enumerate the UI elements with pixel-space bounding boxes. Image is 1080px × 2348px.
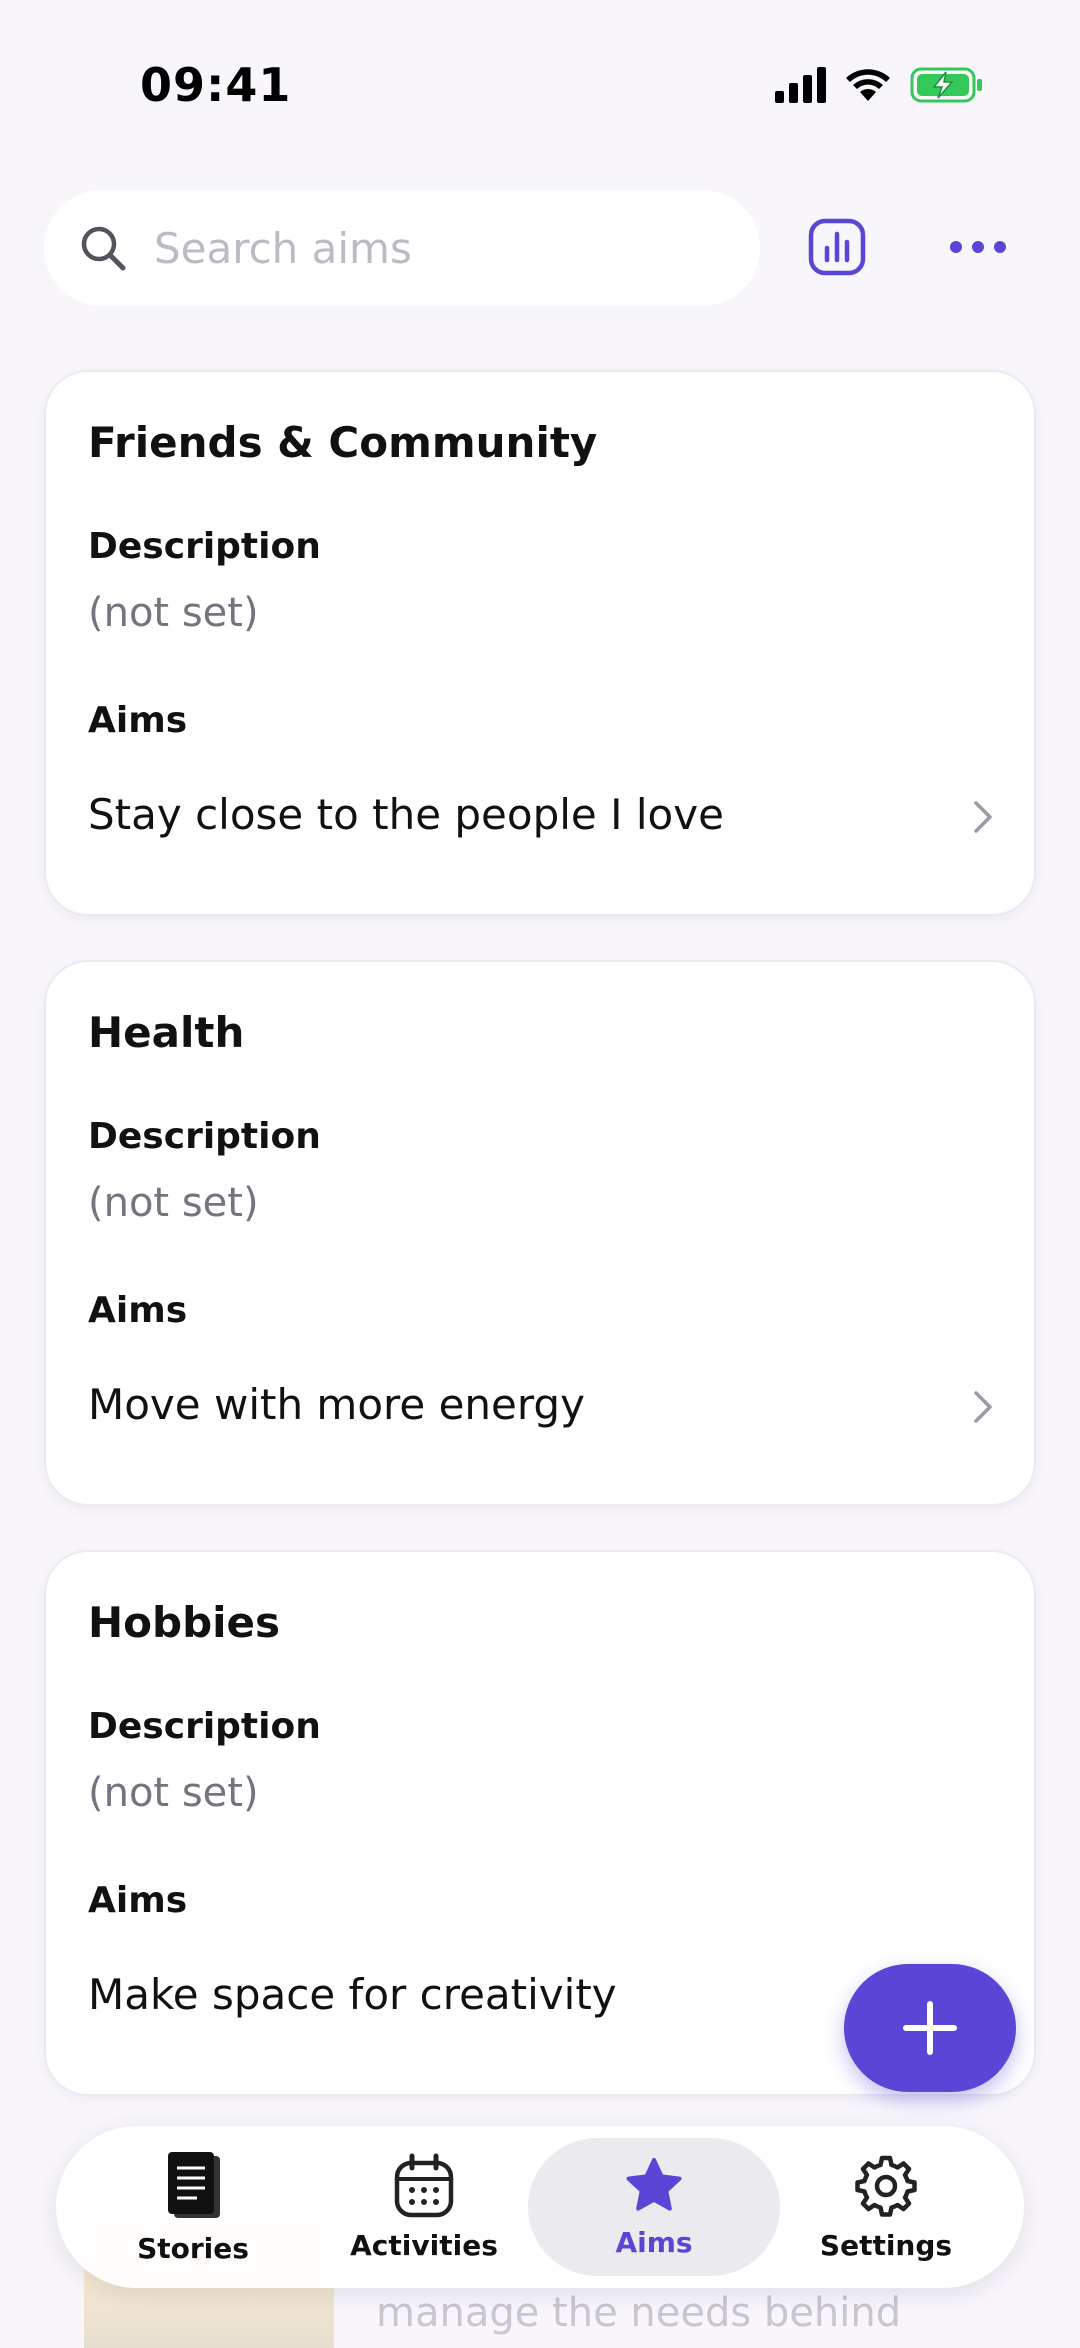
calendar-icon [394,2153,454,2217]
description-label: Description [88,1706,321,1747]
tab-label: Aims [615,2225,693,2259]
star-icon [626,2157,682,2211]
aim-text: Move with more energy [88,1380,585,1429]
description-value: (not set) [88,590,259,636]
aim-category-card: Friends & Community Description (not set… [44,370,1036,916]
add-aim-button[interactable] [844,1964,1016,2092]
card-title: Hobbies [88,1598,281,1647]
aim-text: Stay close to the people I love [88,790,724,839]
chevron-right-icon [974,1391,992,1423]
description-value: (not set) [88,1180,259,1226]
aim-category-card: Health Description (not set) Aims Move w… [44,960,1036,1506]
stats-button[interactable] [808,218,866,276]
story-preview-text: manage the needs behind [376,2290,902,2336]
search-input[interactable] [154,223,714,273]
description-label: Description [88,1116,321,1157]
battery-charging-icon [910,67,982,103]
notebook-icon [168,2151,220,2218]
aims-label: Aims [88,1290,188,1331]
tab-activities[interactable]: Activities [309,2126,539,2288]
chevron-right-icon [974,801,992,833]
description-value: (not set) [88,1770,259,1816]
aims-label: Aims [88,700,188,741]
tab-label: Activities [350,2228,498,2262]
search-icon [81,226,126,271]
tab-stories[interactable]: Stories [78,2126,308,2288]
tab-label: Settings [819,2228,953,2262]
gear-icon [855,2155,917,2217]
aims-label: Aims [88,1880,188,1921]
plus-icon [903,2001,957,2055]
aim-list-item[interactable]: Move with more energy [46,1362,1034,1452]
bar-chart-icon [808,218,866,276]
description-label: Description [88,526,321,567]
more-horizontal-icon [950,241,962,253]
status-icons [775,66,984,104]
cellular-signal-icon [775,67,826,103]
bottom-tab-bar: Stories Activities Aims Settings [56,2126,1024,2288]
wifi-icon [846,69,890,101]
search-bar[interactable] [44,190,760,306]
aim-text: Make space for creativity [88,1970,617,2019]
status-bar: 09:41 [0,0,1080,160]
aim-list-item[interactable]: Stay close to the people I love [46,772,1034,862]
more-options-button[interactable] [950,232,1006,262]
tab-aims[interactable]: Aims [528,2138,780,2276]
status-time: 09:41 [140,58,292,112]
card-title: Friends & Community [88,418,598,467]
card-title: Health [88,1008,245,1057]
tab-label: Stories [137,2231,249,2265]
tab-settings[interactable]: Settings [771,2126,1001,2288]
